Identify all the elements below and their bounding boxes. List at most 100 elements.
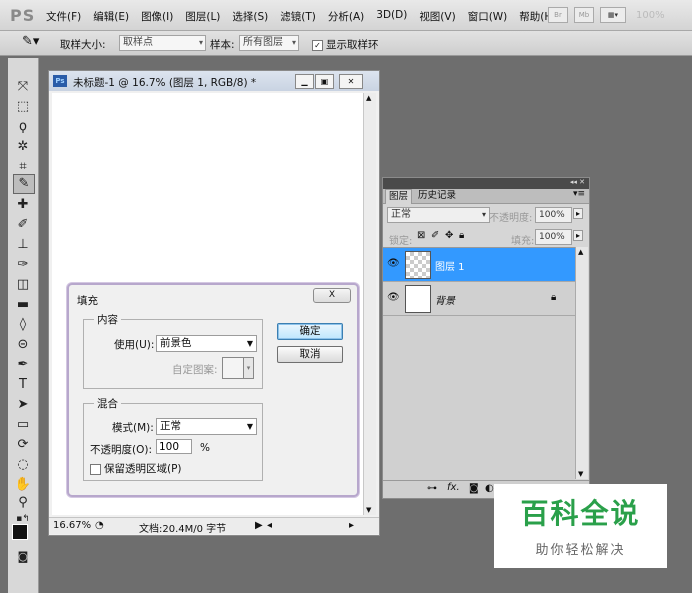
chevron-down-icon[interactable]: ▾ [243,357,254,379]
watermark-subtitle: 助你轻松解决 [535,543,626,558]
sample-select[interactable]: 所有图层 ▾ [239,35,299,51]
custom-pattern-label: 自定图案: [172,364,218,376]
hand-tool-icon[interactable]: ✋ [13,476,33,494]
tab-layers[interactable]: 图层 [385,189,413,204]
scroll-down-icon[interactable]: ▼ [578,470,583,478]
fill-slider-icon[interactable]: ▸ [573,230,584,241]
scroll-up-icon[interactable]: ▲ [578,248,583,256]
layer-row[interactable]: 👁︎ 图层 1 [383,248,575,282]
panel-header[interactable]: ◂◂ ✕ [383,178,589,189]
eraser-tool-icon[interactable]: ◫ [13,276,33,294]
pen-tool-icon[interactable]: ✒ [13,356,33,374]
mini-bridge-button[interactable]: Mb [574,7,594,23]
type-tool-icon[interactable]: T [13,376,33,394]
menu-view[interactable]: 视图(V) [419,9,455,24]
history-brush-tool-icon[interactable]: ✑ [13,256,33,274]
scroll-down-icon[interactable]: ▼ [366,506,371,514]
status-info-icon[interactable]: ◔ [95,520,104,531]
show-ring-checkbox[interactable]: ✓ [312,39,323,51]
marquee-tool-icon[interactable]: ⬚ [13,98,33,116]
layer-opacity-label: 不透明度: [489,213,533,224]
lock-all-icon[interactable]: 🔒︎ [459,230,464,241]
dodge-tool-icon[interactable]: ⊝ [13,336,33,354]
menu-analysis[interactable]: 分析(A) [328,9,364,24]
preserve-transparency-checkbox[interactable] [90,463,101,475]
vertical-scrollbar[interactable]: ▲ ▼ [363,93,376,515]
layer-opacity-field[interactable]: 100% [535,207,572,223]
quick-mask-icon[interactable]: ◙ [13,548,33,566]
shape-tool-icon[interactable]: ▭ [13,416,33,434]
lock-position-icon[interactable]: ✥ [445,230,453,241]
bridge-button[interactable]: Br [548,7,568,23]
adjustment-layer-icon[interactable]: ◐ [485,483,494,494]
cancel-button[interactable]: 取消 [277,346,343,363]
3d-orbit-tool-icon[interactable]: ◌ [13,456,33,474]
scroll-right-icon[interactable]: ▸ [349,520,354,531]
lock-image-icon[interactable]: ✐ [431,230,439,241]
blend-group: 混合 模式(M): 正常 ▼ 不透明度(O): % 保留透明区域(P) [83,396,263,481]
visibility-eye-icon[interactable]: 👁︎ [387,292,400,303]
scroll-up-icon[interactable]: ▲ [366,94,371,102]
show-ring-option[interactable]: ✓ 显示取样环 [312,37,379,52]
visibility-eye-icon[interactable]: 👁︎ [387,258,400,269]
document-titlebar[interactable]: Ps 未标题-1 @ 16.7% (图层 1, RGB/8) * ▁ ▣ ✕ [49,71,379,91]
opacity-slider-icon[interactable]: ▸ [573,208,584,219]
eyedropper-tool-icon[interactable]: ✎▾ [22,34,39,49]
tab-history[interactable]: 历史记录 [415,189,459,203]
foreground-color-swatch[interactable] [12,524,28,540]
sample-size-value: 取样点 [123,37,153,48]
close-icon[interactable]: ✕ [339,74,363,89]
layer-style-icon[interactable]: fx. [447,482,460,493]
use-select[interactable]: 前景色 ▼ [156,335,257,352]
menu-select[interactable]: 选择(S) [232,9,268,24]
custom-pattern-swatch[interactable] [222,357,244,379]
status-menu-arrow-icon[interactable]: ▶ [255,520,263,531]
quick-select-tool-icon[interactable]: ✲ [13,138,33,156]
preserve-transparency-option[interactable]: 保留透明区域(P) [90,461,182,476]
content-group: 内容 使用(U): 前景色 ▼ 自定图案: ▾ [83,312,263,389]
menu-edit[interactable]: 编辑(E) [93,9,129,24]
layers-scrollbar[interactable]: ▲ ▼ [575,247,588,479]
3d-rotate-tool-icon[interactable]: ⟳ [13,436,33,454]
scroll-left-icon[interactable]: ◂ [267,520,272,531]
layer-thumbnail [405,285,431,313]
minimize-icon[interactable]: ▁ [295,74,314,89]
menu-window[interactable]: 窗口(W) [468,9,508,24]
menu-layer[interactable]: 图层(L) [185,9,220,24]
blur-tool-icon[interactable]: ◊ [13,316,33,334]
dialog-close-button[interactable]: X [313,288,351,303]
menu-3d[interactable]: 3D(D) [376,9,407,24]
collapse-panel-icon[interactable]: ◂◂ ✕ [570,178,585,186]
path-select-tool-icon[interactable]: ➤ [13,396,33,414]
layer-name[interactable]: 图层 1 [435,258,465,273]
status-zoom[interactable]: 16.67% [53,520,91,531]
menu-right-controls: Br Mb ▦▾ 100% [548,7,665,23]
layer-row[interactable]: 👁︎ 背景 🔒︎ [383,282,575,316]
menu-file[interactable]: 文件(F) [46,9,81,24]
screen-mode-icon[interactable]: ▦▾ [600,7,626,23]
sample-size-label: 取样大小: [60,39,106,51]
clone-stamp-tool-icon[interactable]: ⊥ [13,236,33,254]
mode-select[interactable]: 正常 ▼ [156,418,257,435]
ok-button[interactable]: 确定 [277,323,343,340]
sample-size-select[interactable]: 取样点 ▾ [119,35,206,51]
maximize-icon[interactable]: ▣ [315,74,334,89]
add-mask-icon[interactable]: ◙ [469,483,479,494]
eyedropper-tool-icon[interactable]: ✎ [13,174,35,194]
gradient-tool-icon[interactable]: ▬ [13,296,33,314]
brush-tool-icon[interactable]: ✐ [13,216,33,234]
zoom-level[interactable]: 100% [636,10,665,21]
opacity-input[interactable] [156,439,192,454]
layer-name[interactable]: 背景 [435,292,455,307]
lock-transparency-icon[interactable]: ⊠ [417,230,425,241]
panel-menu-icon[interactable]: ▾≡ [573,189,585,199]
menu-filter[interactable]: 滤镜(T) [280,9,316,24]
link-layers-icon[interactable]: ⊶ [427,483,437,494]
move-tool-icon[interactable]: ⤧ [13,78,33,96]
mode-label: 模式(M): [112,422,154,434]
menu-image[interactable]: 图像(I) [141,9,173,24]
lasso-tool-icon[interactable]: ϙ [13,118,33,136]
healing-brush-tool-icon[interactable]: ✚ [13,196,33,214]
blend-mode-select[interactable]: 正常 ▾ [387,207,490,223]
layer-fill-field[interactable]: 100% [535,229,572,245]
